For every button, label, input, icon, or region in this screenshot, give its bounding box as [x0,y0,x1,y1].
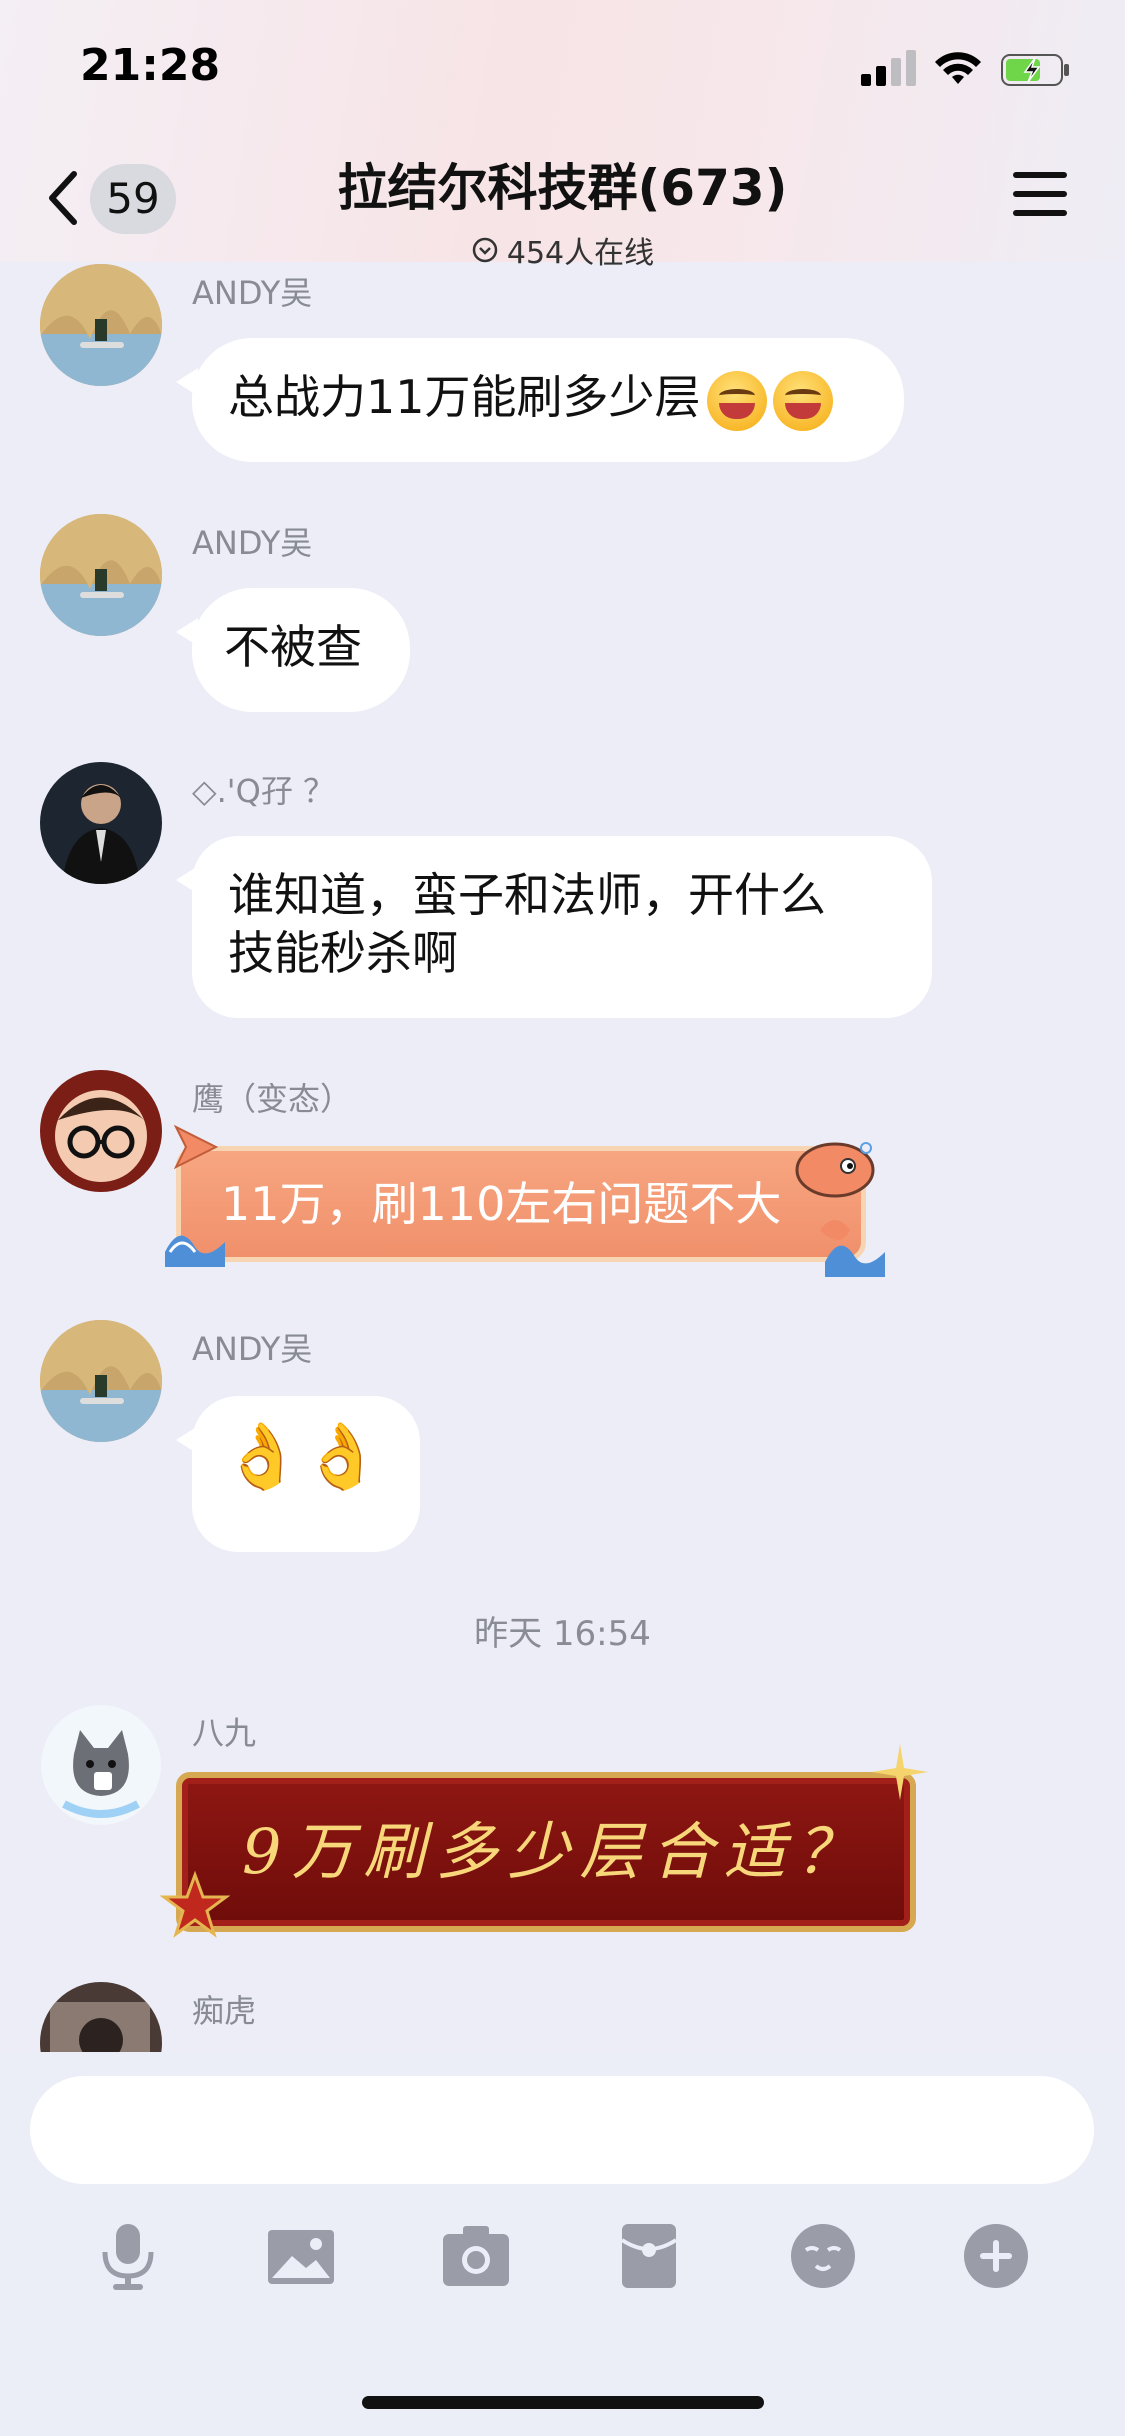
message-bubble[interactable]: 不被查 [176,588,410,712]
wave-decoration-icon [825,1245,885,1277]
message-input[interactable] [30,2076,1094,2184]
unread-count-badge[interactable]: 59 [90,164,176,234]
sender-name: ANDY吴 [192,274,313,312]
status-time: 21:28 [80,40,221,91]
sender-name: ANDY吴 [192,1330,313,1368]
avatar[interactable] [40,1704,162,1826]
sender-name: 痴虎 [192,1992,257,2030]
message-bubble[interactable]: 总战力11万能刷多少层 [176,338,904,462]
microphone-icon[interactable] [93,2220,163,2292]
chat-list[interactable]: ANDY吴 总战力11万能刷多少层 ANDY吴 不被查 ◇.'Q孖 ？ 谁知道，… [0,262,1125,2052]
message-text: 总战力11万能刷多少层 [228,370,701,424]
red-packet-icon[interactable] [614,2220,684,2292]
wave-decoration-icon [165,1235,225,1267]
avatar-image [41,1705,161,1825]
message-text-line: 技能秒杀啊 [228,926,458,980]
sender-name: 鹰（变态） [192,1080,353,1118]
header: 21:28 59 拉结尔科技群(673) 454人在线 [0,0,1125,271]
avatar[interactable] [40,514,162,636]
wifi-icon [935,52,981,84]
message-bubble[interactable]: 9万刷多少层合适？ [176,1772,916,1932]
avatar[interactable] [40,1070,162,1192]
moon-decoration-icon [884,1888,929,1931]
menu-icon [1013,172,1067,178]
sender-name: ◇.'Q孖 ？ [192,772,335,810]
message-bubble[interactable]: 谁知道，蛮子和法师，开什么 技能秒杀啊 [176,836,932,1018]
message-bubble[interactable]: 👌👌 [176,1396,420,1552]
battery-icon [1001,54,1069,86]
message-text: 不被查 [224,620,362,674]
message-bubble[interactable]: 11万，刷110左右问题不大 [176,1146,866,1262]
avatar-image [40,1982,162,2052]
timestamp: 昨天 16:54 [474,1614,651,1654]
avatar-image [40,264,162,386]
avatar[interactable] [40,762,162,884]
avatar-image [40,514,162,636]
message-text: 11万，刷110左右问题不大 [221,1177,782,1231]
group-title: 拉结尔科技群(673) [337,159,788,217]
back-icon[interactable] [42,168,82,228]
ok-hand-emoji-icon: 👌👌 [222,1420,382,1494]
avatar-image [40,762,162,884]
grinning-emoji-icon [706,370,767,431]
emoji-icon[interactable] [788,2220,858,2292]
home-indicator[interactable] [362,2396,764,2409]
signal-icon [861,50,917,86]
image-icon[interactable] [266,2220,336,2292]
input-panel [0,2052,1125,2436]
grinning-emoji-icon [772,370,833,431]
chevron-down-circle-icon [472,237,498,263]
avatar[interactable] [40,1982,162,2052]
title-block[interactable]: 拉结尔科技群(673) 454人在线 [260,148,865,272]
fish-tail-decoration-icon [173,1124,219,1170]
sender-name: 八九 [192,1714,257,1752]
avatar-image [40,1320,162,1442]
message-text: 9万刷多少层合适？ [242,1815,868,1888]
status-icons [861,50,1081,90]
message-text-line: 谁知道，蛮子和法师，开什么 [228,868,826,922]
star-decoration-icon [160,1870,230,1938]
camera-icon[interactable] [441,2220,511,2292]
avatar-image [40,1070,162,1192]
sparkle-decoration-icon [872,1744,928,1800]
menu-button[interactable] [1013,172,1067,220]
avatar[interactable] [40,264,162,386]
plus-icon[interactable] [961,2220,1031,2292]
sender-name: ANDY吴 [192,524,313,562]
avatar[interactable] [40,1320,162,1442]
